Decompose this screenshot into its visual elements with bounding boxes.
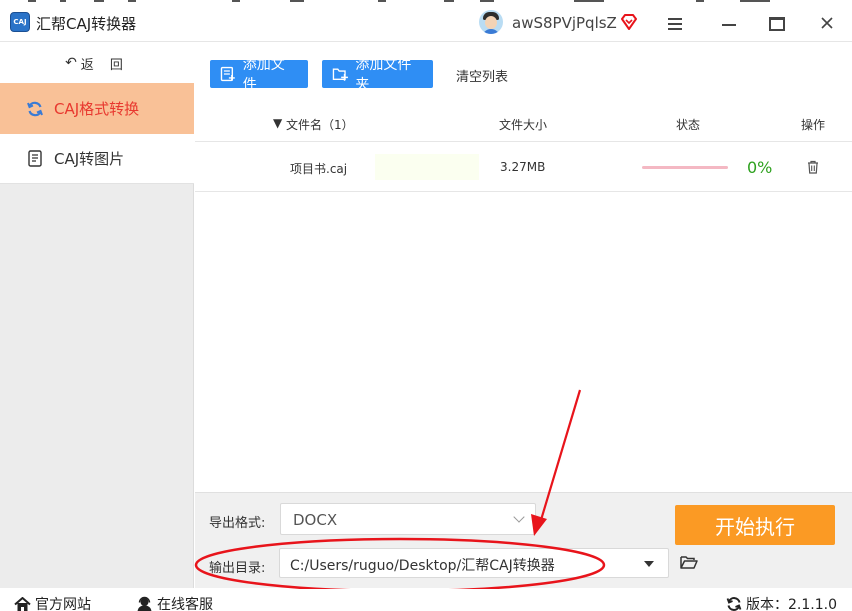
add-file-button[interactable]: 添加文件 (210, 57, 308, 93)
website-label: 官方网站 (35, 597, 91, 611)
sort-down-icon[interactable]: ▼ (273, 116, 282, 130)
export-format-select[interactable]: DOCX (280, 503, 536, 535)
output-dir-select[interactable]: C:/Users/ruguo/Desktop/汇帮CAJ转换器 (279, 548, 669, 578)
version-label: 版本：2.1.1.0 (746, 597, 837, 611)
clear-list-button[interactable]: 清空列表 (456, 66, 508, 85)
support-link[interactable]: 在线客服 (136, 594, 213, 611)
username[interactable]: awS8PVjPqlsZ (512, 14, 617, 32)
version-info: 版本：2.1.1.0 (726, 594, 837, 611)
sidebar-item-label: CAJ转图片 (54, 150, 125, 168)
customer-service-icon (137, 596, 152, 611)
vip-diamond-icon[interactable] (620, 13, 638, 31)
sidebar-item-label: CAJ格式转换 (54, 100, 140, 118)
output-dir-label: 输出目录: (209, 561, 266, 576)
output-dir-value: C:/Users/ruguo/Desktop/汇帮CAJ转换器 (290, 558, 555, 574)
refresh-icon (27, 101, 43, 116)
row-highlight (375, 154, 479, 180)
add-folder-icon (332, 68, 348, 81)
sidebar-item-caj-convert[interactable]: CAJ格式转换 (0, 83, 194, 134)
open-folder-icon[interactable] (680, 555, 698, 569)
settings-panel: 导出格式: DOCX 输出目录: C:/Users/ruguo/Desktop/… (195, 492, 852, 588)
sidebar: ↶ 返 回 CAJ格式转换 CAJ转图片 (0, 43, 194, 588)
export-format-value: DOCX (293, 511, 338, 529)
back-arrow-icon: ↶ (65, 55, 77, 71)
header-filesize: 文件大小 (499, 118, 548, 132)
table-row: 项目书.caj 3.27MB 0% (195, 142, 852, 192)
trash-icon[interactable] (807, 160, 819, 174)
file-size: 3.27MB (500, 160, 546, 174)
back-button[interactable]: ↶ 返 回 (0, 43, 194, 83)
back-label: 返 回 (80, 57, 129, 73)
header-status: 状态 (676, 118, 701, 132)
support-label: 在线客服 (157, 597, 213, 611)
add-file-label: 添加文件 (242, 57, 285, 93)
file-table-header: ▼ 文件名（1） 文件大小 状态 操作 (195, 106, 852, 142)
chevron-down-icon (513, 511, 525, 523)
file-name: 项目书.caj (290, 162, 348, 176)
dropdown-arrow-icon (644, 561, 654, 567)
close-icon[interactable] (820, 16, 834, 30)
progress-bar (642, 166, 728, 169)
maximize-icon[interactable] (769, 17, 785, 31)
menu-icon[interactable] (668, 18, 682, 30)
document-icon (28, 150, 42, 167)
sidebar-item-caj-to-image[interactable]: CAJ转图片 (0, 134, 194, 184)
app-logo-icon: CAJ (10, 12, 30, 32)
header-filename[interactable]: 文件名（1） (286, 116, 354, 133)
home-icon (14, 596, 31, 611)
title-bar: CAJ 汇帮CAJ转换器 awS8PVjPqlsZ (0, 4, 852, 42)
add-folder-label: 添加文件夹 (355, 57, 412, 93)
add-file-icon (220, 66, 235, 82)
start-button[interactable]: 开始执行 (675, 505, 835, 545)
user-avatar[interactable] (479, 10, 503, 34)
app-title: 汇帮CAJ转换器 (36, 15, 137, 33)
website-link[interactable]: 官方网站 (14, 594, 91, 611)
export-format-label: 导出格式: (209, 516, 266, 531)
minimize-icon[interactable] (722, 24, 736, 26)
update-icon (726, 597, 742, 611)
add-folder-button[interactable]: 添加文件夹 (322, 57, 433, 93)
header-action: 操作 (801, 118, 826, 132)
progress-percent: 0% (747, 158, 773, 177)
status-bar: 官方网站 在线客服 版本：2.1.1.0 (0, 589, 852, 611)
